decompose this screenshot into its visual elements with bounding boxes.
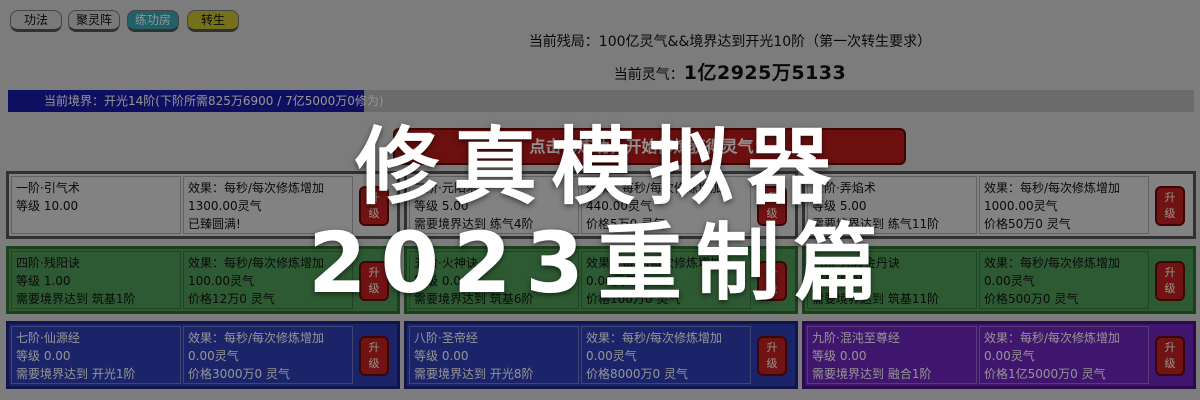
headline-subtitle: 2023重制篇	[308, 214, 892, 312]
skill-effect: 效果：每秒/每次修炼增加 0.00灵气 价格3000万0 灵气	[183, 326, 353, 384]
goal-text: 当前残局：100亿灵气&&境界达到开光10阶（第一次转生要求）	[528, 34, 932, 50]
tab-juling-array[interactable]: 聚灵阵	[68, 10, 120, 32]
skill-effect-label: 效果：每秒/每次修炼增加	[586, 331, 723, 345]
skill-requirement: 需要境界达到 开光8阶	[414, 367, 534, 381]
skill-requirement: 需要境界达到 融合1阶	[812, 367, 932, 381]
skill-effect-value: 0.00灵气	[188, 349, 239, 363]
qi-label: 当前灵气：	[613, 67, 684, 83]
skill-card-8: 八阶·圣帝经 等级 0.00 需要境界达到 开光8阶 效果：每秒/每次修炼增加 …	[404, 321, 798, 389]
skill-name: 七阶·仙源经	[16, 331, 80, 345]
skill-effect-label: 效果：每秒/每次修炼增加	[984, 331, 1121, 345]
skill-level: 等级 0.00	[414, 349, 469, 363]
skill-name: 九阶·混沌至尊经	[812, 331, 900, 345]
skill-name: 八阶·圣帝经	[414, 331, 478, 345]
skill-info: 七阶·仙源经 等级 0.00 需要境界达到 开光1阶	[11, 326, 181, 384]
skill-card-7: 七阶·仙源经 等级 0.00 需要境界达到 开光1阶 效果：每秒/每次修炼增加 …	[6, 321, 400, 389]
skill-effect-value: 0.00灵气	[984, 349, 1035, 363]
skill-effect-label: 效果：每秒/每次修炼增加	[188, 331, 325, 345]
skill-effect: 效果：每秒/每次修炼增加 0.00灵气 价格8000万0 灵气	[581, 326, 751, 384]
qi-value: 1亿2925万5133	[683, 62, 847, 84]
tab-rebirth[interactable]: 转生	[187, 10, 239, 32]
upgrade-button[interactable]: 升级	[757, 336, 787, 376]
skill-info: 八阶·圣帝经 等级 0.00 需要境界达到 开光8阶	[409, 326, 579, 384]
tab-training-room[interactable]: 练功房	[127, 10, 179, 32]
skill-effect: 效果：每秒/每次修炼增加 0.00灵气 价格1亿5000万0 灵气	[979, 326, 1149, 384]
skill-price: 价格8000万0 灵气	[586, 367, 688, 381]
skill-requirement: 需要境界达到 开光1阶	[16, 367, 136, 381]
qi-display: 当前灵气：1亿2925万5133	[420, 58, 1040, 85]
upgrade-button[interactable]: 升级	[1155, 336, 1185, 376]
skill-price: 价格3000万0 灵气	[188, 367, 290, 381]
tab-gongfa[interactable]: 功法	[10, 10, 62, 32]
skill-effect-value: 0.00灵气	[586, 349, 637, 363]
skill-level: 等级 0.00	[812, 349, 867, 363]
skill-card-9: 九阶·混沌至尊经 等级 0.00 需要境界达到 融合1阶 效果：每秒/每次修炼增…	[802, 321, 1196, 389]
skill-level: 等级 0.00	[16, 349, 71, 363]
upgrade-button[interactable]: 升级	[359, 336, 389, 376]
skill-price: 价格1亿5000万0 灵气	[984, 367, 1106, 381]
skill-info: 九阶·混沌至尊经 等级 0.00 需要境界达到 融合1阶	[807, 326, 977, 384]
